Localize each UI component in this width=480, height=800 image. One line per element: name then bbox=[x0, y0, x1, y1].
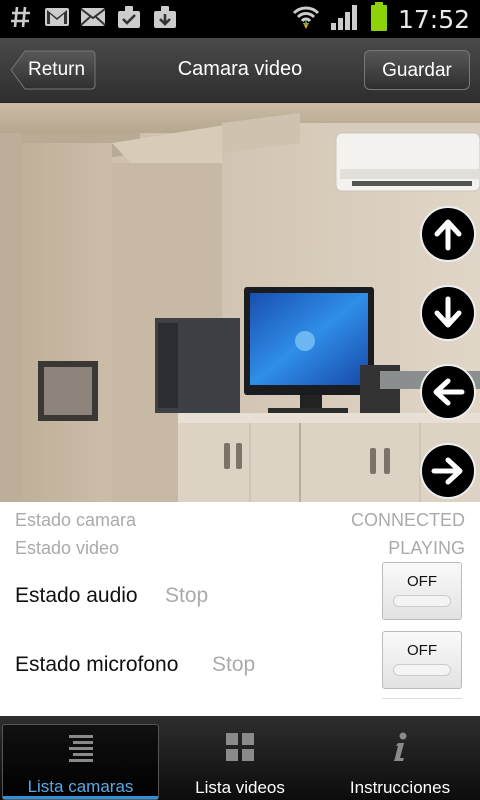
pan-up-button[interactable] bbox=[420, 206, 476, 262]
download-icon bbox=[152, 4, 178, 30]
video-status-value: PLAYING bbox=[388, 538, 465, 558]
action-bar: Return Camara video Guardar bbox=[0, 38, 480, 103]
pan-left-button[interactable] bbox=[420, 364, 476, 420]
arrow-left-icon bbox=[433, 378, 465, 406]
bottom-tab-bar: Lista camaras Lista videos Instrucciones bbox=[0, 716, 480, 800]
notification-icons bbox=[8, 4, 178, 30]
tab-instructions[interactable]: Instrucciones bbox=[320, 716, 480, 800]
wifi-icon bbox=[292, 4, 320, 35]
audio-status-label: Estado audio bbox=[15, 584, 138, 607]
email-icon bbox=[80, 4, 106, 30]
status-panel: Estado camara CONNECTED Estado video PLA… bbox=[0, 502, 480, 716]
tab-video-list[interactable]: Lista videos bbox=[160, 716, 320, 800]
audio-toggle-track bbox=[393, 595, 451, 607]
status-bar: 17:52 bbox=[0, 0, 480, 38]
download-done-icon bbox=[116, 4, 142, 30]
mic-status-value: Stop bbox=[212, 653, 256, 676]
pan-right-button[interactable] bbox=[420, 443, 476, 499]
gmail-icon bbox=[44, 4, 70, 30]
signal-icon bbox=[330, 3, 360, 36]
info-icon bbox=[394, 732, 407, 761]
tab-camera-list-label: Lista camaras bbox=[27, 777, 134, 796]
battery-icon bbox=[370, 1, 388, 37]
pan-down-button[interactable] bbox=[420, 285, 476, 341]
tab-camera-list[interactable]: Lista camaras bbox=[2, 724, 159, 800]
clock: 17:52 bbox=[397, 4, 470, 34]
hash-icon bbox=[8, 4, 34, 30]
arrow-down-icon bbox=[434, 296, 462, 328]
audio-toggle-label: OFF bbox=[407, 573, 437, 590]
camera-video-feed[interactable] bbox=[0, 103, 480, 502]
arrow-up-icon bbox=[434, 219, 462, 251]
audio-status-value: Stop bbox=[165, 584, 209, 607]
list-icon bbox=[69, 735, 93, 762]
mic-status-label: Estado microfono bbox=[15, 653, 179, 676]
camera-status-value: CONNECTED bbox=[350, 510, 465, 530]
save-button[interactable]: Guardar bbox=[364, 50, 470, 90]
grid-icon bbox=[226, 733, 254, 761]
mic-toggle-track bbox=[393, 664, 451, 676]
system-icons: 17:52 bbox=[292, 1, 470, 37]
video-status-label: Estado video bbox=[15, 538, 120, 558]
mic-toggle[interactable]: OFF bbox=[382, 631, 462, 689]
arrow-right-icon bbox=[431, 457, 463, 485]
audio-toggle[interactable]: OFF bbox=[382, 562, 462, 620]
mic-toggle-label: OFF bbox=[407, 642, 437, 659]
video-frame-image bbox=[0, 103, 480, 502]
camera-status-label: Estado camara bbox=[15, 510, 137, 530]
tab-instructions-label: Instrucciones bbox=[349, 778, 451, 797]
next-toggle-edge bbox=[382, 698, 462, 709]
tab-video-list-label: Lista videos bbox=[195, 778, 285, 797]
